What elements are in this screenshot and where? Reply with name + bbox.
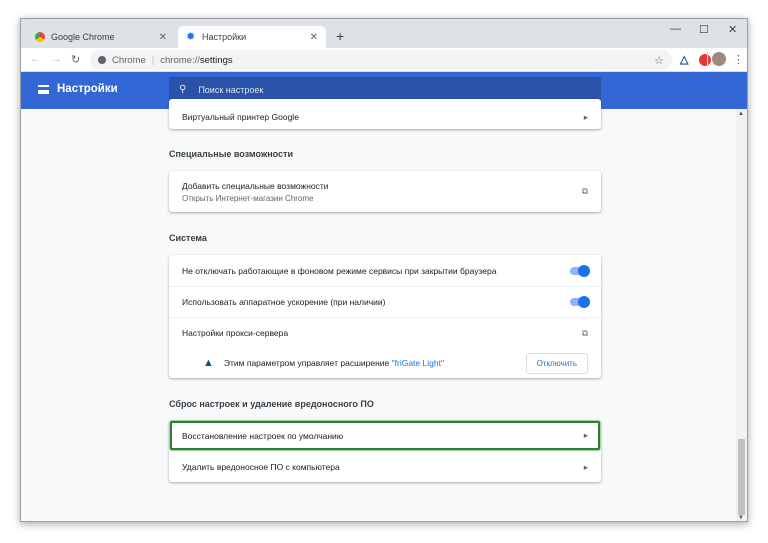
search-placeholder: Поиск настроек (198, 84, 264, 95)
cloud-print-row[interactable]: Виртуальный принтер Google ▸ (169, 99, 601, 129)
scroll-down-icon[interactable]: ▼ (738, 515, 744, 521)
row-label: Виртуальный принтер Google (182, 112, 299, 122)
tab-google-chrome[interactable]: Google Chrome ✕ (27, 26, 175, 48)
browser-window: Google Chrome ✕ ✹ Настройки ✕ + — ☐ ✕ ← … (20, 18, 748, 522)
adblock-icon[interactable] (699, 54, 711, 66)
site-name: Chrome (112, 54, 146, 66)
star-icon[interactable]: ☆ (654, 54, 664, 67)
toolbar: ← → ↻ Chrome | chrome://settings ☆ △ ⋮ (21, 48, 747, 72)
scrollbar-thumb[interactable] (738, 439, 745, 515)
close-icon[interactable]: ✕ (159, 32, 167, 43)
minimize-button[interactable]: — (670, 23, 681, 35)
row-label: Не отключать работающие в фоновом режиме… (182, 265, 497, 276)
tab-strip: Google Chrome ✕ ✹ Настройки ✕ + — ☐ ✕ (21, 19, 747, 48)
scroll-up-icon[interactable]: ▲ (738, 111, 744, 117)
row-label: Добавить специальные возможности (182, 180, 329, 191)
hamburger-menu-icon[interactable] (38, 85, 49, 94)
hardware-acceleration-toggle[interactable] (570, 296, 590, 308)
cleanup-computer-row[interactable]: Удалить вредоносное ПО с компьютера ▸ (169, 451, 601, 482)
card-reset: Восстановление настроек по умолчанию ▸ Уд… (169, 420, 601, 482)
hardware-acceleration-row: Использовать аппаратное ускорение (при н… (169, 286, 601, 317)
section-title: Система (169, 233, 207, 243)
tab-label: Настройки (202, 32, 247, 42)
search-icon: ⚲ (179, 84, 187, 95)
gear-icon: ✹ (186, 31, 196, 43)
settings-content: Виртуальный принтер Google ▸ Специальные … (21, 99, 737, 521)
row-label: Восстановление настроек по умолчанию (182, 430, 344, 441)
extension-control-row: ▲ Этим параметром управляет расширение "… (169, 348, 601, 378)
chrome-icon (35, 32, 45, 42)
maximize-button[interactable]: ☐ (699, 23, 709, 36)
external-link-icon: ⧉ (581, 327, 588, 338)
new-tab-button[interactable]: + (336, 28, 344, 44)
forward-button[interactable]: → (51, 53, 62, 65)
row-sublabel: Открыть Интернет-магазин Chrome (182, 193, 314, 203)
card-system: Не отключать работающие в фоновом режиме… (169, 255, 601, 378)
background-apps-toggle[interactable] (570, 264, 590, 277)
avatar[interactable] (712, 52, 726, 66)
close-window-button[interactable]: ✕ (728, 23, 737, 36)
close-icon[interactable]: ✕ (310, 32, 318, 43)
frigate-icon: ▲ (203, 357, 214, 369)
menu-icon[interactable]: ⋮ (733, 53, 744, 66)
external-link-icon: ⧉ (581, 186, 588, 196)
page-title: Настройки (57, 83, 118, 95)
divider (707, 52, 708, 67)
disable-extension-button[interactable]: Отключить (525, 352, 588, 374)
site-info-icon[interactable] (98, 56, 106, 64)
url-path: settings (199, 54, 233, 66)
extension-link[interactable]: "friGate Light" (392, 358, 444, 368)
chevron-right-icon: ▸ (583, 461, 588, 472)
chevron-right-icon: ▸ (583, 111, 588, 122)
card-accessibility: Добавить специальные возможности Открыть … (169, 171, 601, 212)
divider: | (151, 54, 155, 66)
scrollbar[interactable]: ▲ ▼ (736, 109, 747, 521)
section-title: Специальные возможности (169, 149, 293, 159)
reload-button[interactable]: ↻ (71, 53, 80, 66)
extension-frigate-icon[interactable]: △ (680, 53, 688, 66)
extension-note: Этим параметром управляет расширение "fr… (223, 358, 444, 368)
background-apps-row: Не отключать работающие в фоновом режиме… (169, 255, 601, 286)
section-title: Сброс настроек и удаление вредоносного П… (169, 399, 374, 409)
restore-defaults-row[interactable]: Восстановление настроек по умолчанию ▸ (169, 420, 601, 451)
row-label: Использовать аппаратное ускорение (при н… (182, 297, 386, 307)
card-printing: Виртуальный принтер Google ▸ (169, 99, 601, 129)
address-bar[interactable]: Chrome | chrome://settings ☆ (90, 50, 672, 70)
chevron-right-icon: ▸ (583, 430, 588, 440)
back-button[interactable]: ← (30, 53, 41, 65)
row-label: Удалить вредоносное ПО с компьютера (182, 462, 340, 472)
proxy-settings-row[interactable]: Настройки прокси-сервера ⧉ (169, 317, 601, 348)
tab-label: Google Chrome (51, 32, 115, 42)
url-prefix: chrome:// (160, 54, 200, 66)
add-accessibility-row[interactable]: Добавить специальные возможности Открыть … (169, 171, 601, 212)
row-label: Настройки прокси-сервера (182, 328, 289, 338)
tab-settings[interactable]: ✹ Настройки ✕ (178, 26, 326, 48)
